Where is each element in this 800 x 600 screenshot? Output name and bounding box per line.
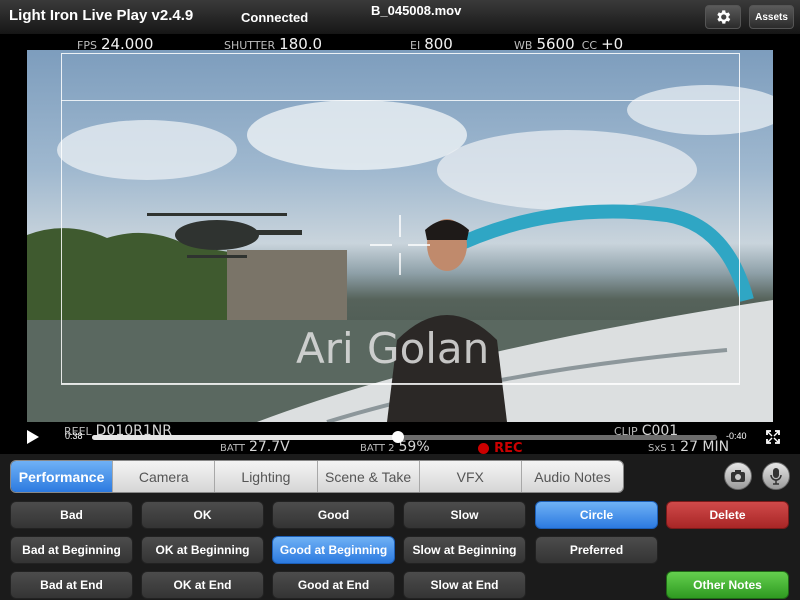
rec-indicator: REC bbox=[478, 438, 523, 457]
note-ok-at-end-button[interactable]: OK at End bbox=[141, 571, 264, 599]
microphone-button[interactable] bbox=[762, 462, 790, 490]
frame-guide-top-line bbox=[61, 100, 740, 101]
camera-icon bbox=[731, 470, 745, 482]
scrub-progress-fill bbox=[92, 435, 399, 440]
tab-scene-take[interactable]: Scene & Take bbox=[316, 461, 419, 492]
note-slow-at-beginning-button[interactable]: Slow at Beginning bbox=[403, 536, 526, 564]
fullscreen-icon[interactable] bbox=[766, 430, 780, 444]
note-category-tabs: Performance Camera Lighting Scene & Take… bbox=[10, 460, 624, 493]
tab-performance[interactable]: Performance bbox=[11, 461, 113, 492]
settings-button[interactable] bbox=[705, 5, 741, 29]
note-ok-button[interactable]: OK bbox=[141, 501, 264, 529]
watermark-text: Ari Golan bbox=[296, 324, 490, 373]
batt2-label: BATT 2 bbox=[360, 443, 395, 454]
tab-camera[interactable]: Camera bbox=[112, 461, 215, 492]
app-title: Light Iron Live Play v2.4.9 bbox=[9, 7, 194, 24]
batt1-label: BATT bbox=[220, 443, 245, 454]
tab-vfx[interactable]: VFX bbox=[418, 461, 521, 492]
note-circle-button[interactable]: Circle bbox=[535, 501, 658, 529]
batt2-value: 59% bbox=[398, 439, 430, 455]
note-slow-button[interactable]: Slow bbox=[403, 501, 526, 529]
note-slow-at-end-button[interactable]: Slow at End bbox=[403, 571, 526, 599]
rec-dot-icon bbox=[478, 443, 489, 454]
microphone-icon bbox=[770, 468, 782, 485]
note-good-at-beginning-button[interactable]: Good at Beginning bbox=[272, 536, 395, 564]
tab-lighting[interactable]: Lighting bbox=[214, 461, 317, 492]
clip-filename: B_045008.mov bbox=[371, 3, 462, 18]
note-good-button[interactable]: Good bbox=[272, 501, 395, 529]
camera-button[interactable] bbox=[724, 462, 752, 490]
note-ok-at-beginning-button[interactable]: OK at Beginning bbox=[141, 536, 264, 564]
gear-icon bbox=[717, 10, 731, 24]
batt1-value: 27.7V bbox=[248, 439, 290, 455]
frame-guide-bottom-line bbox=[61, 384, 740, 385]
note-preferred-button[interactable]: Preferred bbox=[535, 536, 658, 564]
delete-button[interactable]: Delete bbox=[666, 501, 789, 529]
play-icon[interactable] bbox=[26, 430, 40, 444]
sxs-label: SxS 1 bbox=[648, 443, 677, 454]
rec-label: REC bbox=[494, 441, 523, 456]
video-player[interactable]: FPS 24.000 SHUTTER 180.0 EI 800 WB 5600 CC +0 bbox=[0, 34, 800, 457]
note-bad-at-end-button[interactable]: Bad at End bbox=[10, 571, 133, 599]
crosshair-icon bbox=[370, 215, 430, 275]
other-notes-button[interactable]: Other Notes bbox=[666, 571, 789, 599]
remaining-time: -0:40 bbox=[726, 431, 747, 441]
note-bad-button[interactable]: Bad bbox=[10, 501, 133, 529]
elapsed-time: 0:38 bbox=[65, 431, 83, 441]
connection-status: Connected bbox=[241, 10, 309, 25]
assets-button[interactable]: Assets bbox=[749, 5, 794, 29]
tab-audio-notes[interactable]: Audio Notes bbox=[520, 461, 623, 492]
note-good-at-end-button[interactable]: Good at End bbox=[272, 571, 395, 599]
title-bar: Light Iron Live Play v2.4.9 Connected B_… bbox=[0, 0, 800, 35]
scrub-bar[interactable] bbox=[92, 431, 717, 443]
note-bad-at-beginning-button[interactable]: Bad at Beginning bbox=[10, 536, 133, 564]
sxs-value: 27 MIN bbox=[680, 439, 730, 455]
